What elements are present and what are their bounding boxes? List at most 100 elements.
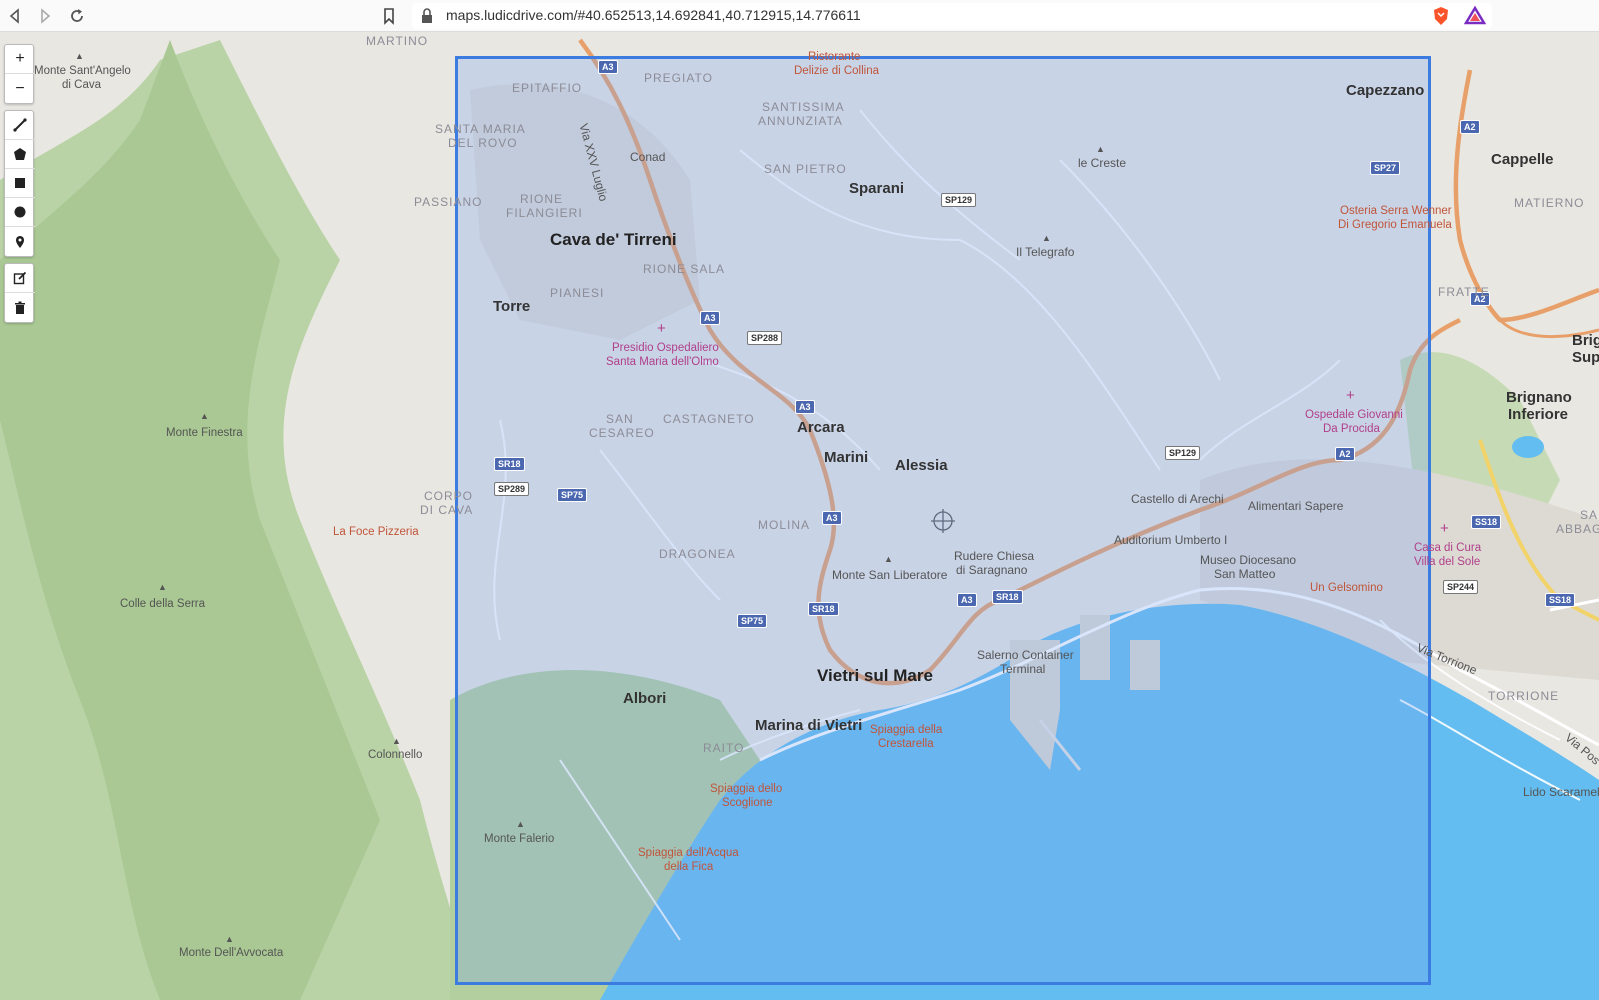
place-label: PASSIANO	[414, 195, 483, 209]
road-shield: A3	[822, 511, 842, 525]
place-label: Monte Falerio	[484, 833, 555, 845]
zoom-control: + −	[4, 44, 35, 104]
edit-toolbar	[4, 263, 35, 323]
place-label: Colle della Serra	[120, 598, 206, 610]
circle-icon[interactable]	[5, 198, 35, 227]
place-label: DEL ROVO	[448, 136, 518, 150]
poi-label: Osteria Serra Wenner	[1340, 205, 1452, 217]
road-shield: SR18	[808, 602, 839, 616]
place-label: EPITAFFIO	[512, 81, 583, 95]
road-shield: A3	[957, 593, 977, 607]
zoom-out-button[interactable]: −	[5, 74, 35, 103]
draw-toolbar	[4, 110, 35, 257]
hospital-icon: +	[657, 320, 666, 337]
place-label: Brig	[1572, 332, 1599, 349]
place-label: Il Telegrafo	[1016, 245, 1075, 259]
road-shield: SS18	[1545, 593, 1576, 607]
place-label: DRAGONEA	[659, 547, 736, 561]
road-shield: SP75	[557, 488, 588, 502]
poi-label: Da Procida	[1323, 423, 1380, 435]
place-label: MARTINO	[366, 34, 429, 48]
poi-label: Villa del Sole	[1414, 556, 1481, 568]
place-label: di Cava	[62, 79, 101, 91]
place-label: SAN	[606, 412, 634, 426]
place-label: Sup	[1572, 349, 1599, 366]
place-label: Sparani	[849, 180, 905, 197]
place-label: RAITO	[703, 741, 745, 755]
poi-label: Crestarella	[878, 738, 934, 750]
poi-label: Salerno Container	[977, 648, 1074, 662]
place-label: Cava de' Tirreni	[550, 230, 677, 249]
place-label: PREGIATO	[644, 71, 713, 85]
road-shield: SR18	[992, 590, 1023, 604]
place-label: Monte San Liberatore	[832, 568, 948, 582]
road-shield: SP129	[941, 193, 977, 207]
poi-label: Di Gregorio Emanuela	[1338, 219, 1452, 231]
poi-label: Scoglione	[722, 797, 773, 809]
peak-icon: ▲	[75, 51, 84, 61]
bookmark-icon[interactable]	[378, 5, 400, 27]
road-shield: A2	[1460, 120, 1480, 134]
place-label: MATIERNO	[1514, 196, 1585, 210]
brave-rewards-icon[interactable]	[1463, 5, 1487, 27]
poi-label: Spiaggia della	[870, 724, 943, 736]
road-shield: SP289	[494, 482, 530, 496]
place-label: San Matteo	[1214, 567, 1276, 581]
zoom-in-button[interactable]: +	[5, 45, 35, 74]
poi-label: Delizie di Collina	[794, 65, 880, 77]
place-label: MOLINA	[758, 518, 811, 532]
place-label: Vietri sul Mare	[817, 666, 933, 685]
peak-icon: ▲	[516, 819, 525, 829]
poi-label: della Fica	[664, 861, 714, 873]
place-label: Cappelle	[1491, 151, 1554, 168]
poi-label: Conad	[630, 150, 666, 164]
delete-icon[interactable]	[5, 293, 35, 322]
polyline-icon[interactable]	[5, 111, 35, 140]
place-label: Inferiore	[1508, 406, 1569, 423]
url-text[interactable]: maps.ludicdrive.com/#40.652513,14.692841…	[446, 7, 861, 23]
road-shield: SP244	[1443, 580, 1479, 594]
place-label: CASTAGNETO	[663, 412, 755, 426]
place-label: SAN PIETRO	[764, 162, 847, 176]
road-shield: SP288	[747, 331, 783, 345]
road-shield: A3	[598, 60, 618, 74]
map-controls: + −	[4, 44, 35, 329]
hospital-icon: +	[1440, 520, 1449, 537]
place-label: SANTISSIMA	[762, 100, 845, 114]
poi-label: Santa Maria dell'Olmo	[606, 356, 719, 368]
map-canvas[interactable]: A3 A3 A3 A3 A3 A2 A2 A2 SP27 SP129 SP129…	[0, 32, 1599, 1000]
poi-label: Presidio Ospedaliero	[612, 342, 719, 354]
road-shield: A2	[1335, 447, 1355, 461]
place-label: Monte Dell'Avvocata	[179, 947, 284, 959]
poi-label: Lido Scaramell	[1523, 785, 1599, 799]
peak-icon: ▲	[158, 582, 167, 592]
place-label: PIANESI	[550, 286, 605, 300]
back-icon[interactable]	[4, 5, 26, 27]
marker-icon[interactable]	[5, 227, 35, 256]
forward-icon[interactable]	[34, 5, 56, 27]
place-label: Rudere Chiesa	[954, 549, 1035, 563]
place-label: Monte Sant'Angelo	[34, 65, 131, 77]
place-label: Marini	[824, 449, 869, 466]
place-label: FILANGIERI	[506, 206, 583, 220]
peak-icon: ▲	[884, 554, 893, 564]
place-label: Alessia	[895, 457, 948, 474]
brave-shield-icon[interactable]	[1430, 5, 1452, 27]
place-label: DI CAVA	[420, 503, 474, 517]
edit-icon[interactable]	[5, 264, 35, 293]
polygon-icon[interactable]	[5, 140, 35, 169]
poi-label: Ristorante	[808, 51, 861, 63]
place-label: Arcara	[797, 419, 845, 436]
reload-icon[interactable]	[66, 5, 88, 27]
place-label: ABBAG	[1556, 522, 1599, 536]
place-label: RIONE	[520, 192, 564, 206]
poi-label: Terminal	[1000, 662, 1046, 676]
place-label: SA	[1580, 508, 1599, 522]
rectangle-icon[interactable]	[5, 169, 35, 198]
road-shield: SP27	[1370, 161, 1401, 175]
poi-label: Alimentari Sapere	[1248, 499, 1344, 513]
place-label: ANNUNZIATA	[758, 114, 843, 128]
road-shield: A3	[795, 400, 815, 414]
hospital-icon: +	[1346, 387, 1355, 404]
peak-icon: ▲	[392, 736, 401, 746]
